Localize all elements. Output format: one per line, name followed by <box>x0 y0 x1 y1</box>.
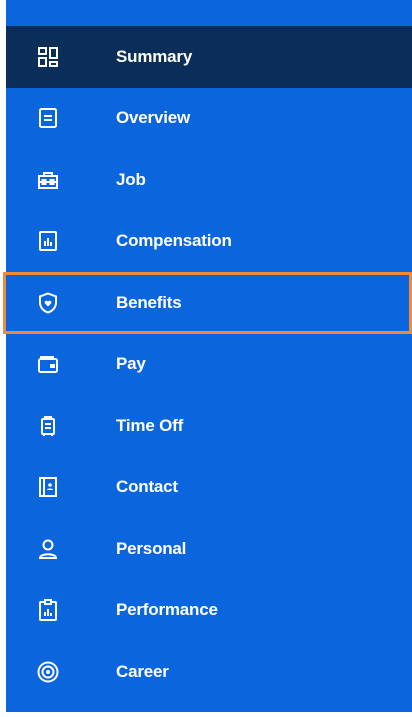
sidebar-item-performance[interactable]: Performance <box>6 580 412 642</box>
sidebar-item-label: Job <box>116 169 146 189</box>
sidebar-item-label: Overview <box>116 108 191 128</box>
screen: Summary Overview Job Compensation Benefi… <box>0 0 412 717</box>
bar-chart-icon <box>36 229 60 253</box>
sidebar-item-compensation[interactable]: Compensation <box>6 211 412 273</box>
sidebar-item-contact[interactable]: Contact <box>6 457 412 519</box>
person-icon <box>36 537 60 561</box>
dashboard-grid-icon <box>36 45 60 69</box>
sidebar-item-job[interactable]: Job <box>6 149 412 211</box>
clipboard-chart-icon <box>36 598 60 622</box>
wallet-icon <box>36 352 60 376</box>
sidebar-item-label: Contact <box>116 477 178 497</box>
document-icon <box>36 106 60 130</box>
toolbox-icon <box>36 168 60 192</box>
sidebar-item-label: Pay <box>116 354 146 374</box>
target-icon <box>36 660 60 684</box>
sidebar-item-personal[interactable]: Personal <box>6 518 412 580</box>
sidebar-nav: Summary Overview Job Compensation Benefi… <box>3 26 412 703</box>
sidebar-item-label: Career <box>116 661 169 681</box>
sidebar-item-label: Benefits <box>116 292 182 312</box>
shield-heart-icon <box>36 291 60 315</box>
sidebar-item-label: Performance <box>116 600 218 620</box>
sidebar-item-overview[interactable]: Overview <box>6 88 412 150</box>
sidebar-item-label: Personal <box>116 538 187 558</box>
sidebar-item-summary[interactable]: Summary <box>6 26 412 88</box>
sidebar-item-benefits[interactable]: Benefits <box>3 272 412 334</box>
sidebar-item-label: Compensation <box>116 231 232 251</box>
sidebar-item-career[interactable]: Career <box>6 641 412 703</box>
sidebar-item-time-off[interactable]: Time Off <box>6 395 412 457</box>
sidebar-item-pay[interactable]: Pay <box>6 334 412 396</box>
contact-card-icon <box>36 475 60 499</box>
sidebar-item-label: Time Off <box>116 415 184 435</box>
sidebar-item-label: Summary <box>116 46 193 66</box>
suitcase-icon <box>36 414 60 438</box>
